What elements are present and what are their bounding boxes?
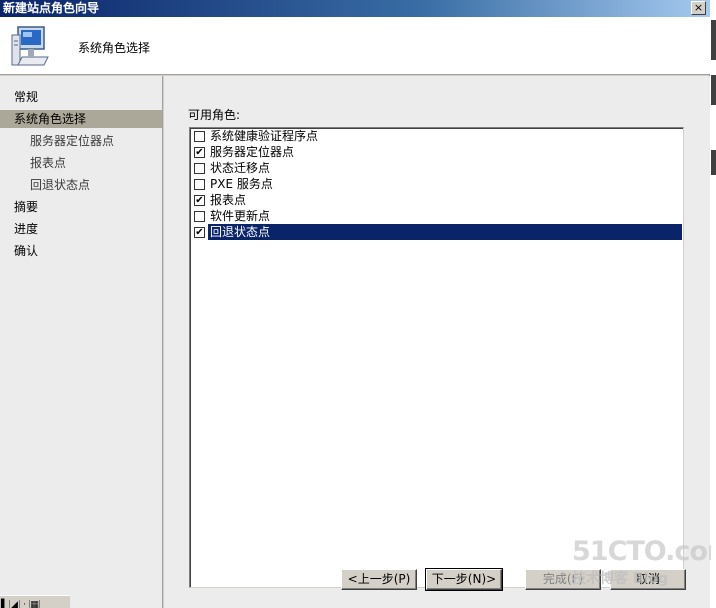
nav-step-summary[interactable]: 摘要 bbox=[0, 198, 162, 216]
role-checklist[interactable]: 系统健康验证程序点 ✔ 服务器定位器点 状态迁移点 PXE 服务点 ✔ 报表点 … bbox=[189, 127, 684, 588]
role-label: 回退状态点 bbox=[208, 224, 682, 240]
role-label: 系统健康验证程序点 bbox=[210, 129, 319, 143]
window-title: 新建站点角色向导 bbox=[3, 1, 100, 15]
watermark-sub: 技术博客 Blog bbox=[572, 571, 668, 587]
back-button[interactable]: <上一步(P) bbox=[341, 569, 417, 590]
taskbar-icon[interactable]: ◢ bbox=[10, 600, 20, 608]
role-item-reporting[interactable]: ✔ 报表点 bbox=[192, 192, 682, 208]
wizard-window: 新建站点角色向导 × 系统角色选择 常规 系统角色选择 服务器定位器点 报表点 … bbox=[0, 0, 716, 608]
role-item-fallback-status[interactable]: ✔ 回退状态点 bbox=[192, 224, 682, 240]
role-item-software-update[interactable]: 软件更新点 bbox=[192, 208, 682, 224]
taskbar-icon[interactable]: ▦ bbox=[30, 600, 40, 608]
role-label: PXE 服务点 bbox=[210, 177, 273, 191]
wizard-content: 可用角色: 系统健康验证程序点 ✔ 服务器定位器点 状态迁移点 PXE 服务点 … bbox=[164, 76, 710, 608]
taskbar-icon[interactable]: ▌ bbox=[0, 600, 10, 608]
nav-step-reporting-point[interactable]: 报表点 bbox=[0, 154, 162, 172]
nav-step-fallback-status[interactable]: 回退状态点 bbox=[0, 176, 162, 194]
watermark-brand: 51CTO.com bbox=[572, 536, 716, 567]
nav-step-progress[interactable]: 进度 bbox=[0, 220, 162, 238]
computer-icon bbox=[11, 26, 49, 66]
role-checkbox[interactable] bbox=[194, 179, 205, 190]
nav-step-server-locator[interactable]: 服务器定位器点 bbox=[0, 132, 162, 150]
role-label: 状态迁移点 bbox=[210, 161, 271, 175]
role-checkbox[interactable]: ✔ bbox=[194, 147, 205, 158]
available-roles-label: 可用角色: bbox=[188, 108, 241, 122]
taskbar-fragment: ▌ ◢ · ▦ bbox=[0, 595, 70, 608]
taskbar-icon[interactable]: · bbox=[20, 600, 30, 608]
role-item-state-migration[interactable]: 状态迁移点 bbox=[192, 160, 682, 176]
role-label: 服务器定位器点 bbox=[210, 145, 295, 159]
close-button[interactable]: × bbox=[691, 1, 706, 15]
nav-step-system-role[interactable]: 系统角色选择 bbox=[0, 110, 162, 128]
right-edge-strip bbox=[711, 0, 716, 608]
role-checkbox[interactable]: ✔ bbox=[194, 195, 205, 206]
role-checkbox[interactable] bbox=[194, 131, 205, 142]
next-button[interactable]: 下一步(N)> bbox=[425, 568, 503, 591]
page-title: 系统角色选择 bbox=[78, 41, 151, 55]
wizard-step-nav: 常规 系统角色选择 服务器定位器点 报表点 回退状态点 摘要 进度 确认 bbox=[0, 76, 163, 608]
role-checkbox[interactable] bbox=[194, 211, 205, 222]
wizard-header: 系统角色选择 bbox=[0, 17, 710, 75]
nav-step-general[interactable]: 常规 bbox=[0, 88, 162, 106]
role-checkbox[interactable] bbox=[194, 163, 205, 174]
title-bar[interactable]: 新建站点角色向导 × bbox=[0, 0, 710, 17]
role-item-shv[interactable]: 系统健康验证程序点 bbox=[192, 128, 682, 144]
role-item-pxe[interactable]: PXE 服务点 bbox=[192, 176, 682, 192]
role-label: 软件更新点 bbox=[210, 209, 271, 223]
role-checkbox[interactable]: ✔ bbox=[194, 227, 205, 238]
role-item-server-locator[interactable]: ✔ 服务器定位器点 bbox=[192, 144, 682, 160]
role-label: 报表点 bbox=[210, 193, 247, 207]
nav-step-confirm[interactable]: 确认 bbox=[0, 242, 162, 260]
watermark: 51CTO.com 技术博客 Blog bbox=[572, 536, 716, 587]
